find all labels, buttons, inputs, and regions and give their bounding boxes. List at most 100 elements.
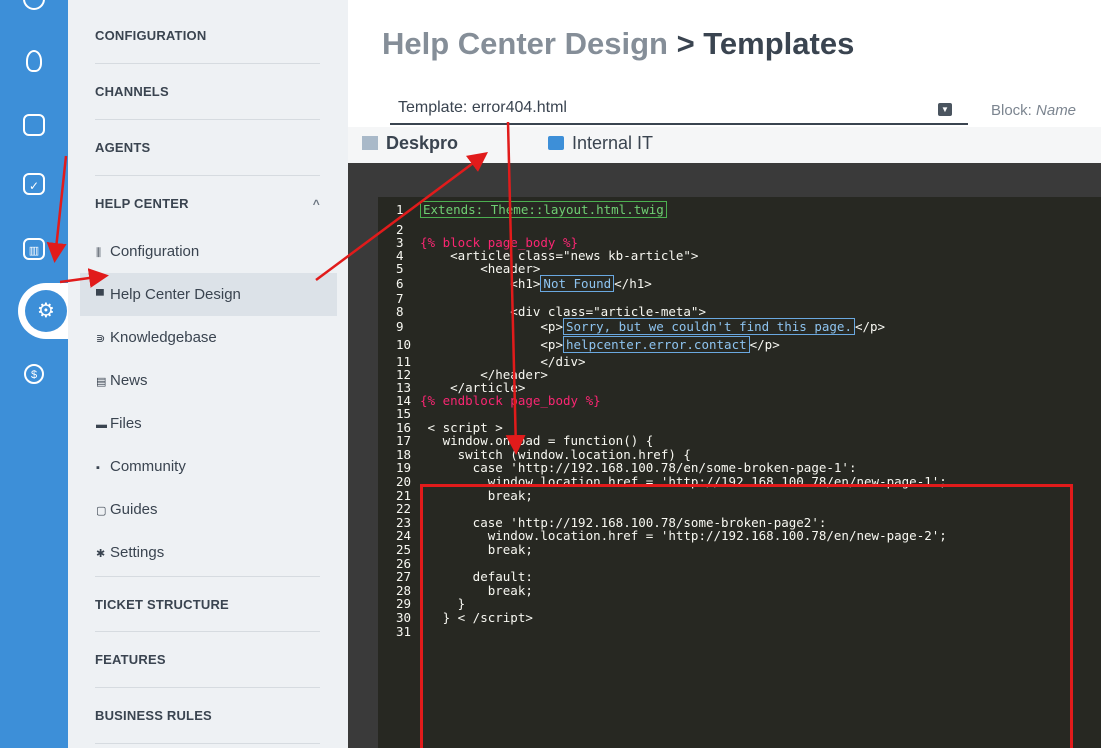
icon-rail: ✓ ▥ ⚙ $	[0, 0, 74, 748]
nav-section-label: CHANNELS	[95, 84, 169, 99]
line-number: 31	[396, 623, 412, 639]
admin-sidebar: CONFIGURATION CHANNELS AGENTS HELP CENTE…	[68, 0, 348, 748]
line-text: < script >	[420, 419, 503, 435]
sidebar-item-label: Knowledgebase	[110, 329, 217, 346]
line-number: 17	[396, 433, 412, 449]
code-line: 10 <p> helpcenter.error.contact </p>	[378, 335, 1101, 355]
sidebar-item-files[interactable]: ▬ Files	[80, 402, 337, 445]
breadcrumb-current: Templates	[703, 26, 855, 61]
code-editor[interactable]: 1 Extends: Theme::layout.html.twig 2 3 {% bl…	[378, 197, 1101, 748]
tab-deskpro[interactable]: Deskpro	[362, 133, 458, 154]
breadcrumb-parent[interactable]: Help Center Design	[382, 26, 668, 61]
sidebar-item-configuration[interactable]: ⫼ Configuration	[80, 230, 337, 273]
guide-icon: ▢	[96, 505, 107, 517]
sidebar-item-label: Files	[110, 415, 142, 432]
line-number: 5	[396, 261, 404, 276]
nav-section-configuration[interactable]: CONFIGURATION	[95, 8, 320, 64]
code-line: 14 {% endblock page_body %}	[378, 394, 1101, 407]
code-line: 9 <p> Sorry, but we couldn't find this pa…	[378, 318, 1101, 335]
line-number: 19	[396, 460, 412, 476]
translatable-phrase[interactable]: helpcenter.error.contact	[563, 336, 750, 353]
line-number: 18	[396, 446, 412, 462]
sidebar-item-label: Guides	[110, 501, 158, 518]
sidebar-item-news[interactable]: ▤ News	[80, 359, 337, 402]
sidebar-item-label: Help Center Design	[110, 286, 241, 303]
ticket-search-icon[interactable]	[23, 114, 45, 136]
nav-section-label: BUSINESS RULES	[95, 708, 212, 723]
template-select[interactable]: Template: error404.html ▼	[390, 95, 968, 125]
nav-section-ticket-structure[interactable]: TICKET STRUCTURE	[95, 576, 320, 632]
user-icon[interactable]	[26, 50, 42, 72]
line-text: {% endblock page_body %}	[420, 393, 601, 408]
nav-section-features[interactable]: FEATURES	[95, 632, 320, 688]
line-number: 9	[396, 319, 404, 334]
app-root: ✓ ▥ ⚙ $ CONFIGURATION CHANNELS AGENTS HE…	[0, 0, 1101, 748]
tab-label: Deskpro	[386, 133, 459, 153]
newspaper-icon: ▤	[96, 376, 107, 388]
template-select-value: Template: error404.html	[398, 99, 567, 116]
chevron-down-icon[interactable]: ▼	[938, 103, 952, 116]
sidebar-item-help-center-design[interactable]: ▀ Help Center Design	[80, 273, 337, 316]
theme-logo-icon	[362, 136, 378, 150]
nav-section-help-center[interactable]: HELP CENTER ^	[95, 176, 320, 232]
billing-dollar-icon[interactable]: $	[24, 364, 44, 384]
sliders-icon: ⫼	[96, 247, 102, 259]
nav-section-label: CONFIGURATION	[95, 28, 207, 43]
sidebar-item-label: Configuration	[110, 243, 200, 260]
task-check-icon[interactable]: ✓	[23, 173, 45, 195]
sidebar-item-label: Settings	[110, 544, 165, 561]
theme-tabs: Deskpro Internal IT	[348, 127, 1101, 163]
line-text: switch (window.location.href) {	[420, 446, 691, 462]
nav-section-business-rules[interactable]: BUSINESS RULES	[95, 688, 320, 744]
book-icon: ▀	[96, 290, 104, 302]
nav-section-label: AGENTS	[95, 140, 151, 155]
line-text: <header>	[420, 261, 541, 276]
code-line: 16 < script >	[378, 419, 1101, 435]
code-line: 8 <div class="article-meta">	[378, 305, 1101, 318]
line-number: 27	[396, 569, 412, 585]
line-number: 23	[396, 514, 412, 530]
line-number: 8	[396, 304, 404, 319]
chevron-up-icon[interactable]: ^	[313, 176, 320, 232]
comments-icon: ▪	[96, 462, 100, 474]
line-number: 28	[396, 582, 412, 598]
line-number: 29	[396, 596, 412, 612]
line-number: 16	[396, 419, 412, 435]
code-line: 1 Extends: Theme::layout.html.twig	[378, 201, 1101, 218]
sidebar-item-guides[interactable]: ▢ Guides	[80, 488, 337, 531]
line-text: Extends: Theme::layout.html.twig	[420, 201, 667, 218]
nav-section-label: HELP CENTER	[95, 196, 189, 211]
block-select-label: Block:	[991, 102, 1037, 119]
translatable-phrase[interactable]: Not Found	[540, 275, 615, 292]
highlight-annotation-box	[420, 484, 1073, 748]
line-text: <p> helpcenter.error.contact </p>	[420, 336, 780, 353]
chat-icon[interactable]	[23, 0, 45, 10]
line-number: 26	[396, 555, 412, 571]
line-text: <div class="article-meta">	[420, 304, 706, 319]
reports-icon[interactable]: ▥	[23, 238, 45, 260]
breadcrumb-separator: >	[667, 26, 704, 61]
line-text: <p> Sorry, but we couldn't find this page…	[420, 318, 886, 335]
block-select[interactable]: Block: Name	[991, 102, 1076, 119]
settings-gear-icon[interactable]: ⚙	[25, 290, 67, 332]
line-number: 6	[396, 276, 404, 291]
sidebar-item-community[interactable]: ▪ Community	[80, 445, 337, 488]
sidebar-item-settings[interactable]: ✱ Settings	[80, 531, 337, 574]
line-number: 22	[396, 501, 412, 517]
translatable-phrase[interactable]: Sorry, but we couldn't find this page.	[563, 318, 855, 335]
line-text: <h1> Not Found </h1>	[420, 275, 652, 292]
line-number: 30	[396, 609, 412, 625]
line-text: case 'http://192.168.100.78/en/some-brok…	[420, 460, 857, 476]
sidebar-item-label: Community	[110, 458, 186, 475]
nav-section-channels[interactable]: CHANNELS	[95, 64, 320, 120]
tab-label: Internal IT	[572, 133, 654, 153]
nav-section-label: TICKET STRUCTURE	[95, 597, 229, 612]
line-text: window.onload = function() {	[420, 433, 654, 449]
sidebar-item-knowledgebase[interactable]: ⋑ Knowledgebase	[80, 316, 337, 359]
sidebar-item-label: News	[110, 372, 148, 389]
nav-section-agents[interactable]: AGENTS	[95, 120, 320, 176]
line-number: 10	[396, 337, 412, 352]
code-line: 19 case 'http://192.168.100.78/en/some-b…	[378, 461, 1101, 475]
cog-icon: ✱	[96, 548, 106, 560]
tab-internal-it[interactable]: Internal IT	[548, 133, 653, 154]
